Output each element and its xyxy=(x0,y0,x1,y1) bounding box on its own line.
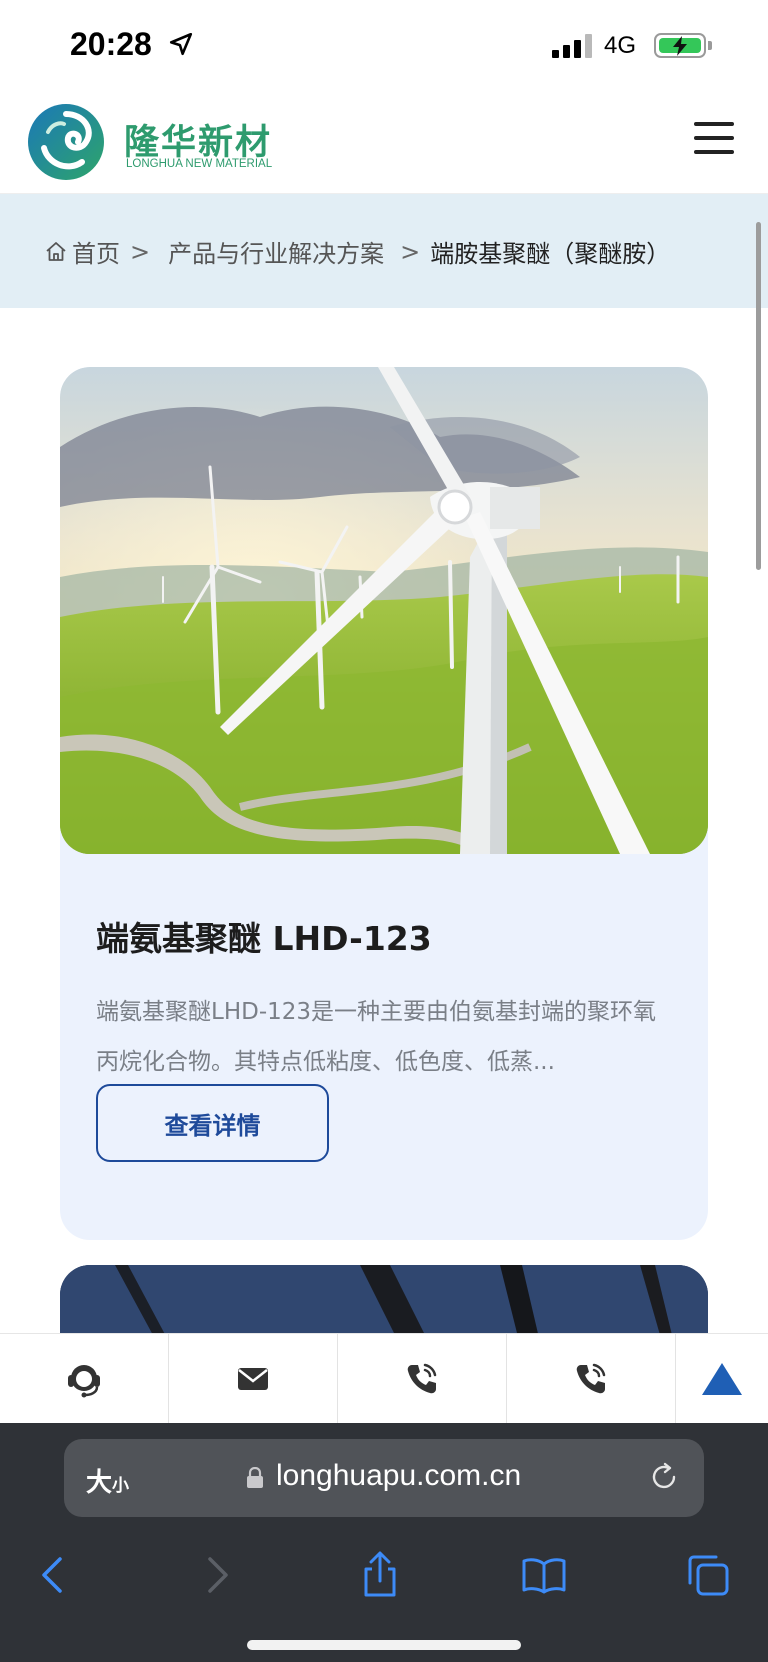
breadcrumb-separator: > xyxy=(400,237,421,266)
address-bar[interactable]: 大小 longhuapu.com.cn xyxy=(64,1439,704,1517)
phone-button[interactable] xyxy=(338,1334,507,1424)
product-description: 端氨基聚醚LHD-123是一种主要由伯氨基封端的聚环氧丙烷化合物。其特点低粘度、… xyxy=(96,999,657,1075)
product-title[interactable]: 端氨基聚醚 LHD-123 xyxy=(96,912,432,960)
reload-icon[interactable] xyxy=(648,1461,680,1493)
status-time-text: 20:28 xyxy=(70,26,152,62)
breadcrumb-separator: > xyxy=(130,237,151,266)
url-text[interactable]: longhuapu.com.cn xyxy=(276,1459,521,1493)
tabs-icon xyxy=(688,1555,729,1596)
text-size-small: 小 xyxy=(112,1476,130,1496)
home-icon xyxy=(46,241,66,261)
location-arrow-icon xyxy=(169,32,193,56)
book-icon xyxy=(522,1558,566,1594)
customer-service-button[interactable] xyxy=(0,1334,169,1424)
signal-icon xyxy=(552,34,596,58)
site-header: 隆华新材 LONGHUA NEW MATERIAL xyxy=(0,84,768,194)
page-scrollbar[interactable] xyxy=(756,222,761,570)
browser-toolbar: 大小 longhuapu.com.cn xyxy=(0,1423,768,1662)
lock-icon xyxy=(247,1467,263,1488)
breadcrumb-current: 端胺基聚醚（聚醚胺） xyxy=(430,240,671,268)
up-arrow-icon xyxy=(702,1362,742,1395)
home-indicator xyxy=(247,1640,521,1650)
customer-service-icon xyxy=(68,1365,100,1398)
menu-button[interactable] xyxy=(692,120,736,156)
chevron-left-icon xyxy=(42,1557,62,1593)
tabs-button[interactable] xyxy=(678,1545,738,1605)
battery-tip xyxy=(708,41,712,50)
text-size-large: 大 xyxy=(86,1468,113,1498)
breadcrumb-level2-link[interactable]: 产品与行业解决方案 xyxy=(168,234,384,269)
mail-button[interactable] xyxy=(169,1334,338,1424)
battery-icon xyxy=(654,33,706,58)
contact-bar xyxy=(0,1333,768,1424)
phone-button-2[interactable] xyxy=(507,1334,676,1424)
view-details-button[interactable]: 查看详情 xyxy=(96,1084,329,1162)
longhua-logo-icon[interactable] xyxy=(26,102,106,182)
mail-icon xyxy=(238,1368,268,1390)
share-icon xyxy=(364,1551,396,1597)
breadcrumb-home-link[interactable]: 首页 xyxy=(72,234,120,269)
logo-subtitle: LONGHUA NEW MATERIAL xyxy=(126,158,273,170)
status-time: 20:28 xyxy=(70,26,193,63)
phone-icon xyxy=(576,1363,606,1394)
share-button[interactable] xyxy=(350,1545,410,1605)
product-image[interactable] xyxy=(60,367,708,854)
back-button[interactable] xyxy=(22,1545,82,1605)
breadcrumb: 首页 > 产品与行业解决方案 > 端胺基聚醚（聚醚胺） xyxy=(0,194,768,308)
phone-icon xyxy=(407,1363,437,1394)
forward-button[interactable] xyxy=(188,1545,248,1605)
text-size-button[interactable]: 大小 xyxy=(86,1462,129,1499)
browser-nav-row xyxy=(0,1535,768,1615)
product-card[interactable]: 端氨基聚醚 LHD-123 端氨基聚醚LHD-123是一种主要由伯氨基封端的聚环… xyxy=(60,367,708,1240)
back-to-top-button[interactable] xyxy=(676,1334,768,1423)
status-bar: 20:28 4G xyxy=(0,0,768,84)
hamburger-icon xyxy=(694,122,734,126)
network-type: 4G xyxy=(604,32,637,59)
bookmarks-button[interactable] xyxy=(514,1545,574,1605)
chevron-right-icon xyxy=(208,1557,228,1593)
